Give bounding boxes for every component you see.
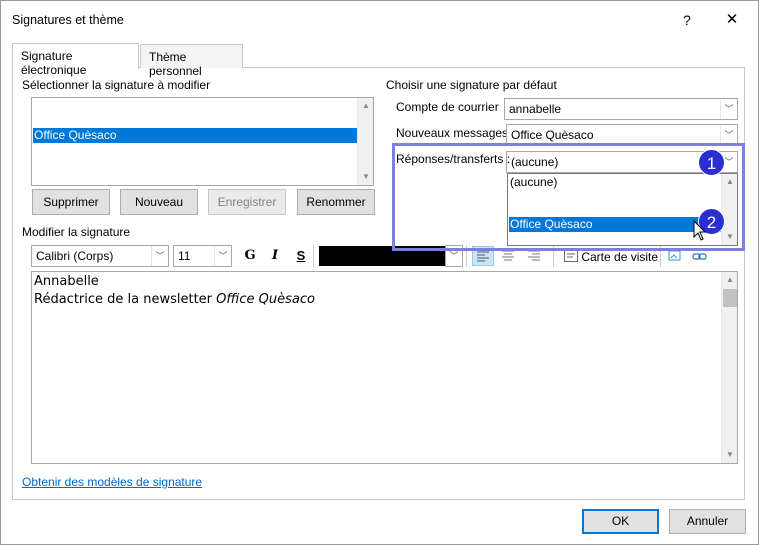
help-button[interactable]: ? <box>673 9 701 31</box>
save-button[interactable]: Enregistrer <box>208 189 286 215</box>
cancel-button[interactable]: Annuler <box>669 509 746 534</box>
tab-theme-label: Thème personnel <box>149 50 202 78</box>
business-card-icon <box>564 250 578 262</box>
select-signature-label: Sélectionner la signature à modifier <box>22 78 211 92</box>
editor-scrollbar[interactable]: ▲ ▼ <box>721 272 737 463</box>
account-label: Compte de courrier <box>396 100 499 114</box>
signature-editor[interactable]: Annabelle Rédactrice de la newsletter Of… <box>31 271 738 464</box>
editor-line-title: Rédactrice de la newsletter Office Quèsa… <box>34 292 315 307</box>
new-messages-value: Office Quèsaco <box>511 128 594 142</box>
replies-label: Réponses/transferts : <box>396 152 511 166</box>
signature-list[interactable]: Office Quèsaco ▲ ▼ <box>31 97 374 186</box>
scroll-down-icon[interactable]: ▼ <box>358 169 374 185</box>
tab-theme[interactable]: Thème personnel <box>140 44 243 78</box>
rename-button[interactable]: Renommer <box>297 189 375 215</box>
dialog-title: Signatures et thème <box>12 13 124 27</box>
size-select[interactable]: 11 ﹀ <box>173 245 232 267</box>
italic-button[interactable]: I <box>266 245 284 267</box>
tab-signature[interactable]: Signature électronique <box>12 43 139 77</box>
size-value: 11 <box>178 249 191 263</box>
scroll-thumb[interactable] <box>723 289 737 307</box>
underline-button[interactable]: S <box>292 245 310 267</box>
scroll-down-icon[interactable]: ▼ <box>722 447 738 463</box>
title-bar: Signatures et thème ? ✕ <box>1 1 758 37</box>
font-select[interactable]: Calibri (Corps) ﹀ <box>31 245 169 267</box>
editor-line-name: Annabelle <box>34 274 99 289</box>
delete-button[interactable]: Supprimer <box>32 189 110 215</box>
step-badge-1: 1 <box>698 149 725 176</box>
mouse-cursor-icon <box>693 220 707 241</box>
list-item[interactable]: Office Quèsaco <box>33 128 358 143</box>
scroll-up-icon[interactable]: ▲ <box>358 98 374 114</box>
editor-line-title-text: Rédactrice de la newsletter <box>34 292 217 307</box>
signature-list-scrollbar[interactable]: ▲ ▼ <box>357 98 373 185</box>
signatures-dialog: Signatures et thème ? ✕ Signature électr… <box>0 0 759 545</box>
chevron-down-icon[interactable]: ﹀ <box>151 246 168 266</box>
bold-button[interactable]: G <box>241 245 259 267</box>
account-value: annabelle <box>509 102 562 116</box>
chevron-down-icon[interactable]: ﹀ <box>720 125 737 145</box>
edit-signature-label: Modifier la signature <box>22 225 131 239</box>
account-select[interactable]: annabelle ﹀ <box>504 98 738 120</box>
close-button[interactable]: ✕ <box>717 9 747 31</box>
editor-line-title-italic: Office Quèsaco <box>216 292 315 307</box>
tab-signature-label: Signature électronique <box>21 49 87 77</box>
signature-templates-link[interactable]: Obtenir des modèles de signature <box>22 475 202 489</box>
toolbar-separator <box>313 245 314 267</box>
scroll-up-icon[interactable]: ▲ <box>722 272 738 288</box>
hyperlink-icon[interactable] <box>692 250 708 264</box>
font-value: Calibri (Corps) <box>36 249 114 263</box>
picture-icon[interactable] <box>668 250 684 264</box>
new-messages-label: Nouveaux messages : <box>396 126 515 140</box>
ok-button[interactable]: OK <box>582 509 659 534</box>
business-card-label: Carte de visite <box>581 250 659 264</box>
chevron-down-icon[interactable]: ﹀ <box>214 246 231 266</box>
chevron-down-icon[interactable]: ﹀ <box>720 99 737 119</box>
new-button[interactable]: Nouveau <box>120 189 198 215</box>
default-signature-label: Choisir une signature par défaut <box>386 78 557 92</box>
